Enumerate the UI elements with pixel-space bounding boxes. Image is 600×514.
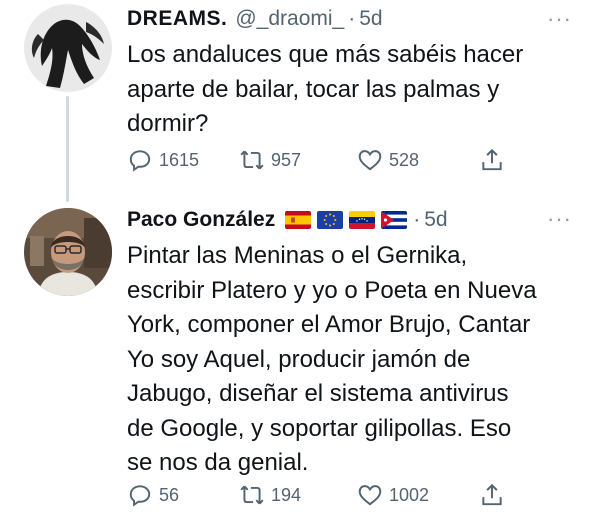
like-count: 528 [389,149,420,170]
flag-emojis [285,211,408,229]
reply-button[interactable]: 56 [127,482,179,508]
avatar[interactable] [24,208,112,296]
retweet-count: 957 [271,149,302,170]
tweet-actions: 56 194 1002 [127,480,527,510]
tweet-actions: 1615 957 528 [127,145,527,175]
reply-count: 56 [159,484,180,505]
eu-flag-icon [317,211,344,229]
share-button[interactable] [479,147,505,173]
heart-icon [358,485,382,506]
tweet-header: DREAMS. @_draomi_ · 5d [127,4,383,34]
share-button[interactable] [479,482,505,508]
reply-icon [129,150,151,172]
venezuela-flag-icon [349,211,376,229]
like-button[interactable]: 1002 [357,482,429,508]
retweet-count: 194 [271,484,302,505]
reply-icon [129,485,151,507]
avatar[interactable] [24,4,112,92]
tweet-text: Los andaluces que más sabéis hacer apart… [127,41,524,137]
avatar-image [24,208,112,296]
more-options-icon[interactable]: ··· [547,208,572,230]
more-options-icon[interactable]: ··· [547,8,572,30]
thread-connector-line [66,96,69,202]
avatar-image [24,4,112,92]
like-count: 1002 [389,484,430,505]
display-name[interactable]: Paco González [127,208,275,232]
tweet-text: Pintar las Meninas o el Gernika, escribi… [127,242,537,476]
spain-flag-icon [285,211,312,229]
user-handle[interactable]: @_draomi_ [235,7,344,31]
share-icon [482,148,502,171]
retweet-button[interactable]: 194 [239,482,301,508]
retweet-icon [240,150,264,170]
timestamp[interactable]: 5d [359,7,382,31]
retweet-icon [240,485,264,505]
reply-button[interactable]: 1615 [127,147,199,173]
timestamp[interactable]: 5d [424,208,447,232]
retweet-button[interactable]: 957 [239,147,301,173]
heart-icon [358,150,382,171]
share-icon [482,483,502,506]
cuba-flag-icon [381,211,408,229]
tweet-header: Paco González · 5d [127,205,448,235]
display-name[interactable]: DREAMS. [127,7,227,31]
separator-dot: · [348,7,356,30]
separator-dot: · [413,208,421,231]
like-button[interactable]: 528 [357,147,419,173]
reply-count: 1615 [159,149,200,170]
